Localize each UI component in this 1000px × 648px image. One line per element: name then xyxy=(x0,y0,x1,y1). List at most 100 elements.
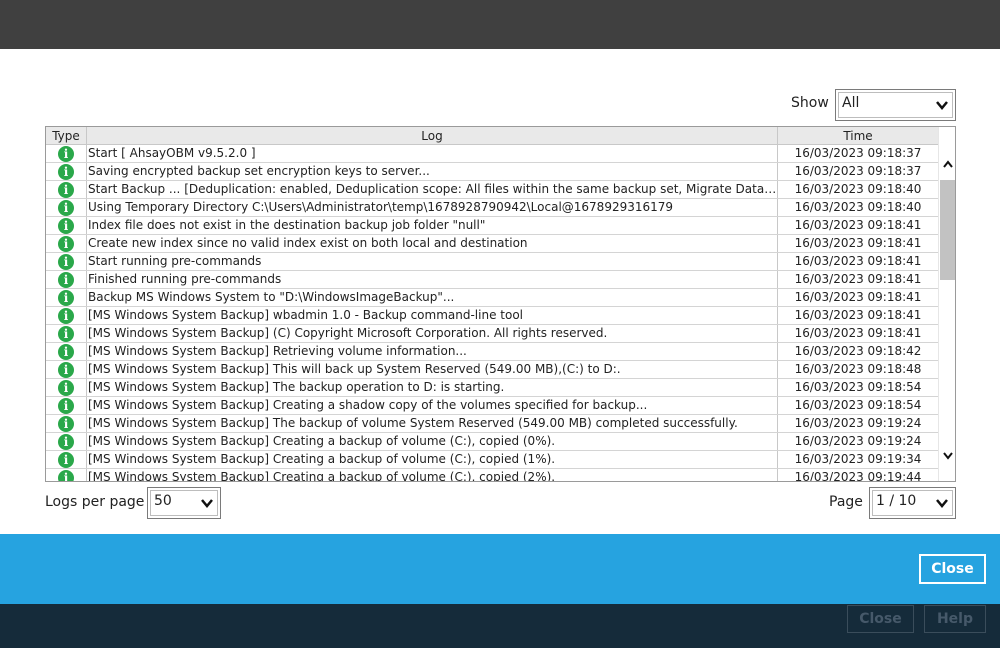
table-row[interactable]: i Create new index since no valid index e… xyxy=(46,235,938,253)
table-row[interactable]: i [MS Windows System Backup] This will ba… xyxy=(46,361,938,379)
table-row[interactable]: i [MS Windows System Backup] Creating a b… xyxy=(46,451,938,469)
log-message-cell: [MS Windows System Backup] wbadmin 1.0 -… xyxy=(87,307,778,324)
column-header-type[interactable]: Type xyxy=(46,127,87,145)
type-cell: i xyxy=(46,451,87,468)
logs-per-page-label: Logs per page xyxy=(45,494,145,510)
type-cell: i xyxy=(46,199,87,216)
table-row[interactable]: i Index file does not exist in the destin… xyxy=(46,217,938,235)
log-message-cell: [MS Windows System Backup] This will bac… xyxy=(87,361,778,378)
time-cell: 16/03/2023 09:18:41 xyxy=(794,272,922,286)
logs-per-page-dropdown[interactable]: 50 xyxy=(147,487,221,519)
info-icon: i xyxy=(58,344,74,360)
log-message-cell: [MS Windows System Backup] The backup of… xyxy=(87,415,778,432)
info-icon: i xyxy=(58,236,74,252)
type-cell: i xyxy=(46,271,87,288)
type-cell: i xyxy=(46,163,87,180)
log-message-cell: Index file does not exist in the destina… xyxy=(87,217,778,234)
info-icon: i xyxy=(58,182,74,198)
time-cell: 16/03/2023 09:18:41 xyxy=(794,290,922,304)
chevron-up-icon[interactable] xyxy=(939,159,955,176)
table-row[interactable]: i [MS Windows System Backup] The backup o… xyxy=(46,379,938,397)
time-cell: 16/03/2023 09:18:48 xyxy=(794,362,922,376)
log-message-cell: Backup MS Windows System to "D:\WindowsI… xyxy=(87,289,778,306)
chevron-down-icon xyxy=(936,499,948,508)
type-cell: i xyxy=(46,415,87,432)
info-icon: i xyxy=(58,200,74,216)
info-icon: i xyxy=(58,398,74,414)
table-row[interactable]: i Saving encrypted backup set encryption … xyxy=(46,163,938,181)
chevron-down-icon[interactable] xyxy=(939,449,955,466)
vertical-scrollbar[interactable] xyxy=(938,127,955,481)
log-message-cell: Finished running pre-commands xyxy=(87,271,778,288)
time-cell: 16/03/2023 09:18:41 xyxy=(794,326,922,340)
time-cell: 16/03/2023 09:18:41 xyxy=(794,308,922,322)
table-row[interactable]: i Finished running pre-commands 16/03/2023… xyxy=(46,271,938,289)
table-row[interactable]: i [MS Windows System Backup] Creating a s… xyxy=(46,397,938,415)
table-row[interactable]: i Start Backup ... [Deduplication: enable… xyxy=(46,181,938,199)
type-cell: i xyxy=(46,325,87,342)
log-message-cell: [MS Windows System Backup] (C) Copyright… xyxy=(87,325,778,342)
log-message-cell: [MS Windows System Backup] Creating a ba… xyxy=(87,469,778,481)
info-icon: i xyxy=(58,380,74,396)
time-cell: 16/03/2023 09:18:37 xyxy=(794,146,922,160)
type-cell: i xyxy=(46,361,87,378)
show-filter-label: Show xyxy=(791,95,829,111)
show-filter-dropdown[interactable]: All xyxy=(835,89,956,121)
time-cell: 16/03/2023 09:19:34 xyxy=(794,452,922,466)
top-bar xyxy=(0,0,1000,49)
log-message-cell: Using Temporary Directory C:\Users\Admin… xyxy=(87,199,778,216)
type-cell: i xyxy=(46,145,87,162)
table-row[interactable]: i Start running pre-commands 16/03/2023 09… xyxy=(46,253,938,271)
info-icon: i xyxy=(58,254,74,270)
log-message-cell: Start Backup ... [Deduplication: enabled… xyxy=(88,181,778,198)
chevron-down-icon xyxy=(201,499,213,508)
info-icon: i xyxy=(58,290,74,306)
log-message-cell: [MS Windows System Backup] Creating a ba… xyxy=(87,451,778,468)
time-cell: 16/03/2023 09:18:41 xyxy=(794,236,922,250)
info-icon: i xyxy=(58,434,74,450)
time-cell: 16/03/2023 09:18:41 xyxy=(794,218,922,232)
column-header-time[interactable]: Time xyxy=(778,127,938,145)
time-cell: 16/03/2023 09:18:41 xyxy=(794,254,922,268)
log-message-cell: Start [ AhsayOBM v9.5.2.0 ] xyxy=(87,145,778,162)
chevron-down-icon xyxy=(936,101,948,110)
log-message-cell: Start running pre-commands xyxy=(87,253,778,270)
time-cell: 16/03/2023 09:19:44 xyxy=(794,470,922,482)
type-cell: i xyxy=(46,217,87,234)
type-cell: i xyxy=(46,433,87,450)
column-header-log[interactable]: Log xyxy=(87,127,778,145)
table-row[interactable]: i [MS Windows System Backup] Retrieving v… xyxy=(46,343,938,361)
type-cell: i xyxy=(46,289,87,306)
table-row[interactable]: i [MS Windows System Backup] wbadmin 1.0 … xyxy=(46,307,938,325)
page-label: Page xyxy=(829,494,863,510)
time-cell: 16/03/2023 09:18:54 xyxy=(794,380,922,394)
page-dropdown[interactable]: 1 / 10 xyxy=(869,487,956,519)
type-cell: i xyxy=(46,469,87,481)
table-row[interactable]: i Start [ AhsayOBM v9.5.2.0 ] 16/03/2023 0… xyxy=(46,145,938,163)
time-cell: 16/03/2023 09:19:24 xyxy=(794,416,922,430)
type-cell: i xyxy=(46,397,87,414)
table-row[interactable]: i Using Temporary Directory C:\Users\Admi… xyxy=(46,199,938,217)
info-icon: i xyxy=(58,308,74,324)
type-cell: i xyxy=(46,253,87,270)
logs-per-page-value: 50 xyxy=(154,493,172,509)
log-message-cell: Create new index since no valid index ex… xyxy=(87,235,778,252)
table-row[interactable]: i [MS Windows System Backup] Creating a b… xyxy=(46,469,938,482)
type-cell: i xyxy=(46,235,87,252)
time-cell: 16/03/2023 09:18:37 xyxy=(794,164,922,178)
table-row[interactable]: i Backup MS Windows System to "D:\Windows… xyxy=(46,289,938,307)
info-icon: i xyxy=(58,164,74,180)
dialog-footer xyxy=(0,534,1000,604)
table-row[interactable]: i [MS Windows System Backup] (C) Copyrigh… xyxy=(46,325,938,343)
table-row[interactable]: i [MS Windows System Backup] Creating a b… xyxy=(46,433,938,451)
log-message-cell: [MS Windows System Backup] Creating a sh… xyxy=(87,397,778,414)
scrollbar-thumb[interactable] xyxy=(940,180,955,280)
table-row[interactable]: i [MS Windows System Backup] The backup o… xyxy=(46,415,938,433)
log-message-cell: Saving encrypted backup set encryption k… xyxy=(87,163,778,180)
time-cell: 16/03/2023 09:18:40 xyxy=(794,182,922,196)
close-button[interactable]: Close xyxy=(919,554,986,584)
info-icon: i xyxy=(58,218,74,234)
time-cell: 16/03/2023 09:18:54 xyxy=(794,398,922,412)
info-icon: i xyxy=(58,326,74,342)
info-icon: i xyxy=(58,416,74,432)
